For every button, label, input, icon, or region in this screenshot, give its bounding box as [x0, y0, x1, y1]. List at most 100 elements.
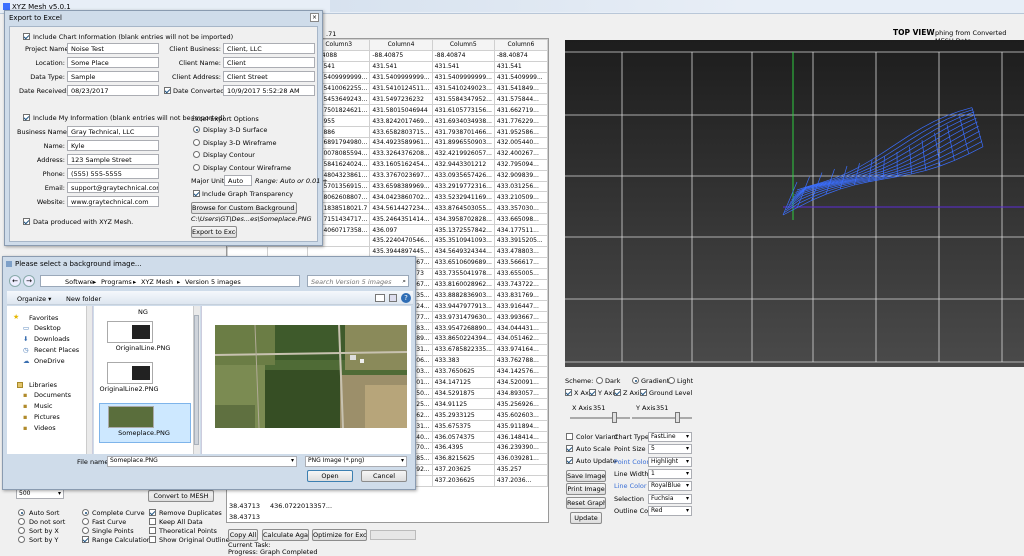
grid-cell[interactable]: 431.58015046944	[370, 105, 432, 116]
grid-cell[interactable]: 433.762788...	[494, 355, 547, 366]
grid-cell[interactable]: 431.541	[432, 61, 494, 72]
include-chart-info-checkbox[interactable]	[23, 33, 30, 40]
help-icon[interactable]: ?	[401, 293, 411, 303]
grid-cell[interactable]: 434.5614427234...	[370, 203, 432, 214]
grid-cell[interactable]: 433.9447977913...	[432, 301, 494, 312]
grid-cell[interactable]: 433.3767023697...	[370, 170, 432, 181]
include-transparency-checkbox[interactable]	[193, 190, 200, 197]
axis-checkbox[interactable]	[640, 389, 647, 396]
grid-cell[interactable]: 433.9547268890...	[432, 323, 494, 334]
partial-combo[interactable]: 500	[16, 489, 64, 499]
grid-cell[interactable]: 435.257	[494, 464, 547, 475]
grid-cell[interactable]: 433.974164...	[494, 344, 547, 355]
grid-cell[interactable]: 433.210509...	[494, 192, 547, 203]
grid-cell[interactable]: 431.5497236232	[370, 94, 432, 105]
file-type-select[interactable]: PNG Image (*.png)	[305, 456, 407, 467]
client-address-field[interactable]: Client Street	[223, 71, 315, 82]
grid-cell[interactable]: 433.6598389969...	[370, 181, 432, 192]
grid-cell[interactable]: 433.8160028962...	[432, 279, 494, 290]
axis-checkbox[interactable]	[589, 389, 596, 396]
reset-graph-button[interactable]: Reset Graph	[566, 497, 606, 509]
grid-cell[interactable]: 435.2464351414...	[370, 214, 432, 225]
grid-header-cell[interactable]: Column4	[370, 40, 432, 51]
view-options-icon[interactable]	[375, 294, 385, 302]
color-option-checkbox[interactable]	[566, 445, 573, 452]
grid-cell[interactable]: 437.2036...	[494, 475, 547, 486]
grid-cell[interactable]: 434.147125	[432, 377, 494, 388]
grid-cell[interactable]: 433.665098...	[494, 214, 547, 225]
grid-cell[interactable]: 433.478803...	[494, 246, 547, 257]
grid-cell[interactable]: 433.916447...	[494, 301, 547, 312]
breadcrumb-1[interactable]: Programs	[101, 278, 132, 286]
grid-cell[interactable]: 434.142576...	[494, 366, 547, 377]
grid-cell[interactable]: 433.9731479630...	[432, 312, 494, 323]
save-image-button[interactable]: Save Image	[566, 470, 606, 482]
chart-prop-select[interactable]: 5	[648, 444, 692, 454]
grid-cell[interactable]: 435.602603...	[494, 410, 547, 421]
grid-cell[interactable]: 436.0574375	[432, 432, 494, 443]
grid-cell[interactable]: 434.3958702828...	[432, 214, 494, 225]
top-view-chart[interactable]	[565, 40, 1024, 367]
chart-prop-select[interactable]: RoyalBlue	[648, 481, 692, 491]
date-converted-field[interactable]: 10/9/2017 5:52:28 AM	[223, 85, 315, 96]
sort-radio[interactable]	[18, 527, 25, 534]
favorite-item[interactable]: Desktop	[34, 324, 61, 332]
sort-radio[interactable]	[18, 509, 25, 516]
breadcrumb-2[interactable]: XYZ Mesh	[141, 278, 173, 286]
grid-cell[interactable]: 431.6934034938...	[432, 116, 494, 127]
grid-cell[interactable]: 431.541	[370, 61, 432, 72]
grid-cell[interactable]: 433.831769...	[494, 290, 547, 301]
grid-cell[interactable]: 433.6785822335...	[432, 344, 494, 355]
browse-background-button[interactable]: Browse for Custom Background Image	[191, 202, 297, 214]
display-option-radio[interactable]	[193, 164, 200, 171]
include-my-info-checkbox[interactable]	[23, 114, 30, 121]
grid-cell[interactable]: 431.5410124511...	[370, 83, 432, 94]
grid-cell[interactable]: 431.575844...	[494, 94, 547, 105]
grid-cell[interactable]: 433.031256...	[494, 181, 547, 192]
grid-cell[interactable]: 433.8650224394...	[432, 334, 494, 345]
grid-cell[interactable]: -88.40874	[432, 50, 494, 61]
grid-cell[interactable]: 435.1372557842...	[432, 225, 494, 236]
grid-cell[interactable]: 431.5584347952...	[432, 94, 494, 105]
client-name-field[interactable]: Client	[223, 57, 315, 68]
data-type-field[interactable]: Sample	[67, 71, 159, 82]
grid-cell[interactable]: 433.8242017469...	[370, 116, 432, 127]
grid-cell[interactable]: 431.662719...	[494, 105, 547, 116]
calculate-again-button[interactable]: Calculate Again	[262, 529, 309, 541]
grid-cell[interactable]: 433.5232941169...	[432, 192, 494, 203]
forward-nav-button[interactable]: →	[23, 275, 35, 287]
file-item[interactable]: OriginalLine.PNG	[99, 319, 191, 359]
grid-cell[interactable]: 435.2933125	[432, 410, 494, 421]
project-name-field[interactable]: Noise Test	[67, 43, 159, 54]
major-units-field[interactable]: Auto	[224, 175, 252, 186]
preview-pane-icon[interactable]	[389, 294, 397, 302]
color-option-checkbox[interactable]	[566, 433, 573, 440]
business-name-field[interactable]: Gray Technical, LLC	[67, 126, 159, 137]
grid-cell[interactable]: 436.239390...	[494, 442, 547, 453]
file-item[interactable]: Someplace.PNG	[99, 403, 191, 443]
axis-checkbox[interactable]	[565, 389, 572, 396]
grid-cell[interactable]: 434.520091...	[494, 377, 547, 388]
address-bar[interactable]: Software ▸ Programs ▸ XYZ Mesh ▸ Version…	[40, 275, 300, 287]
file-item[interactable]: OriginalLine2.PNG	[99, 360, 191, 400]
copy-all-button[interactable]: Copy All	[228, 529, 258, 541]
optimize-excel-button[interactable]: Optimize for Excel	[312, 529, 367, 541]
nav-scrollbar[interactable]	[86, 306, 92, 454]
grid-cell[interactable]: 434.5649324344...	[432, 246, 494, 257]
grid-cell[interactable]: 434.893057...	[494, 388, 547, 399]
grid-cell[interactable]: 433.357030...	[494, 203, 547, 214]
grid-cell[interactable]: 434.177511...	[494, 225, 547, 236]
grid-cell[interactable]: 433.3915205...	[494, 236, 547, 247]
favorite-item[interactable]: Downloads	[34, 335, 70, 343]
organize-menu[interactable]: Organize ▾	[17, 295, 51, 303]
chart-prop-select[interactable]: Highlight	[648, 457, 692, 467]
grid-cell[interactable]: 433.8764503055...	[432, 203, 494, 214]
grid-cell[interactable]: 431.5409999999...	[370, 72, 432, 83]
grid-cell[interactable]: 434.051462...	[494, 334, 547, 345]
name-field[interactable]: Kyle	[67, 140, 159, 151]
grid-cell[interactable]: 431.541849...	[494, 83, 547, 94]
grid-cell[interactable]: 433.1605162454...	[370, 159, 432, 170]
grid-cell[interactable]: 431.541	[494, 61, 547, 72]
grid-cell[interactable]: 434.91125	[432, 399, 494, 410]
breadcrumb-0[interactable]: Software	[65, 278, 94, 286]
